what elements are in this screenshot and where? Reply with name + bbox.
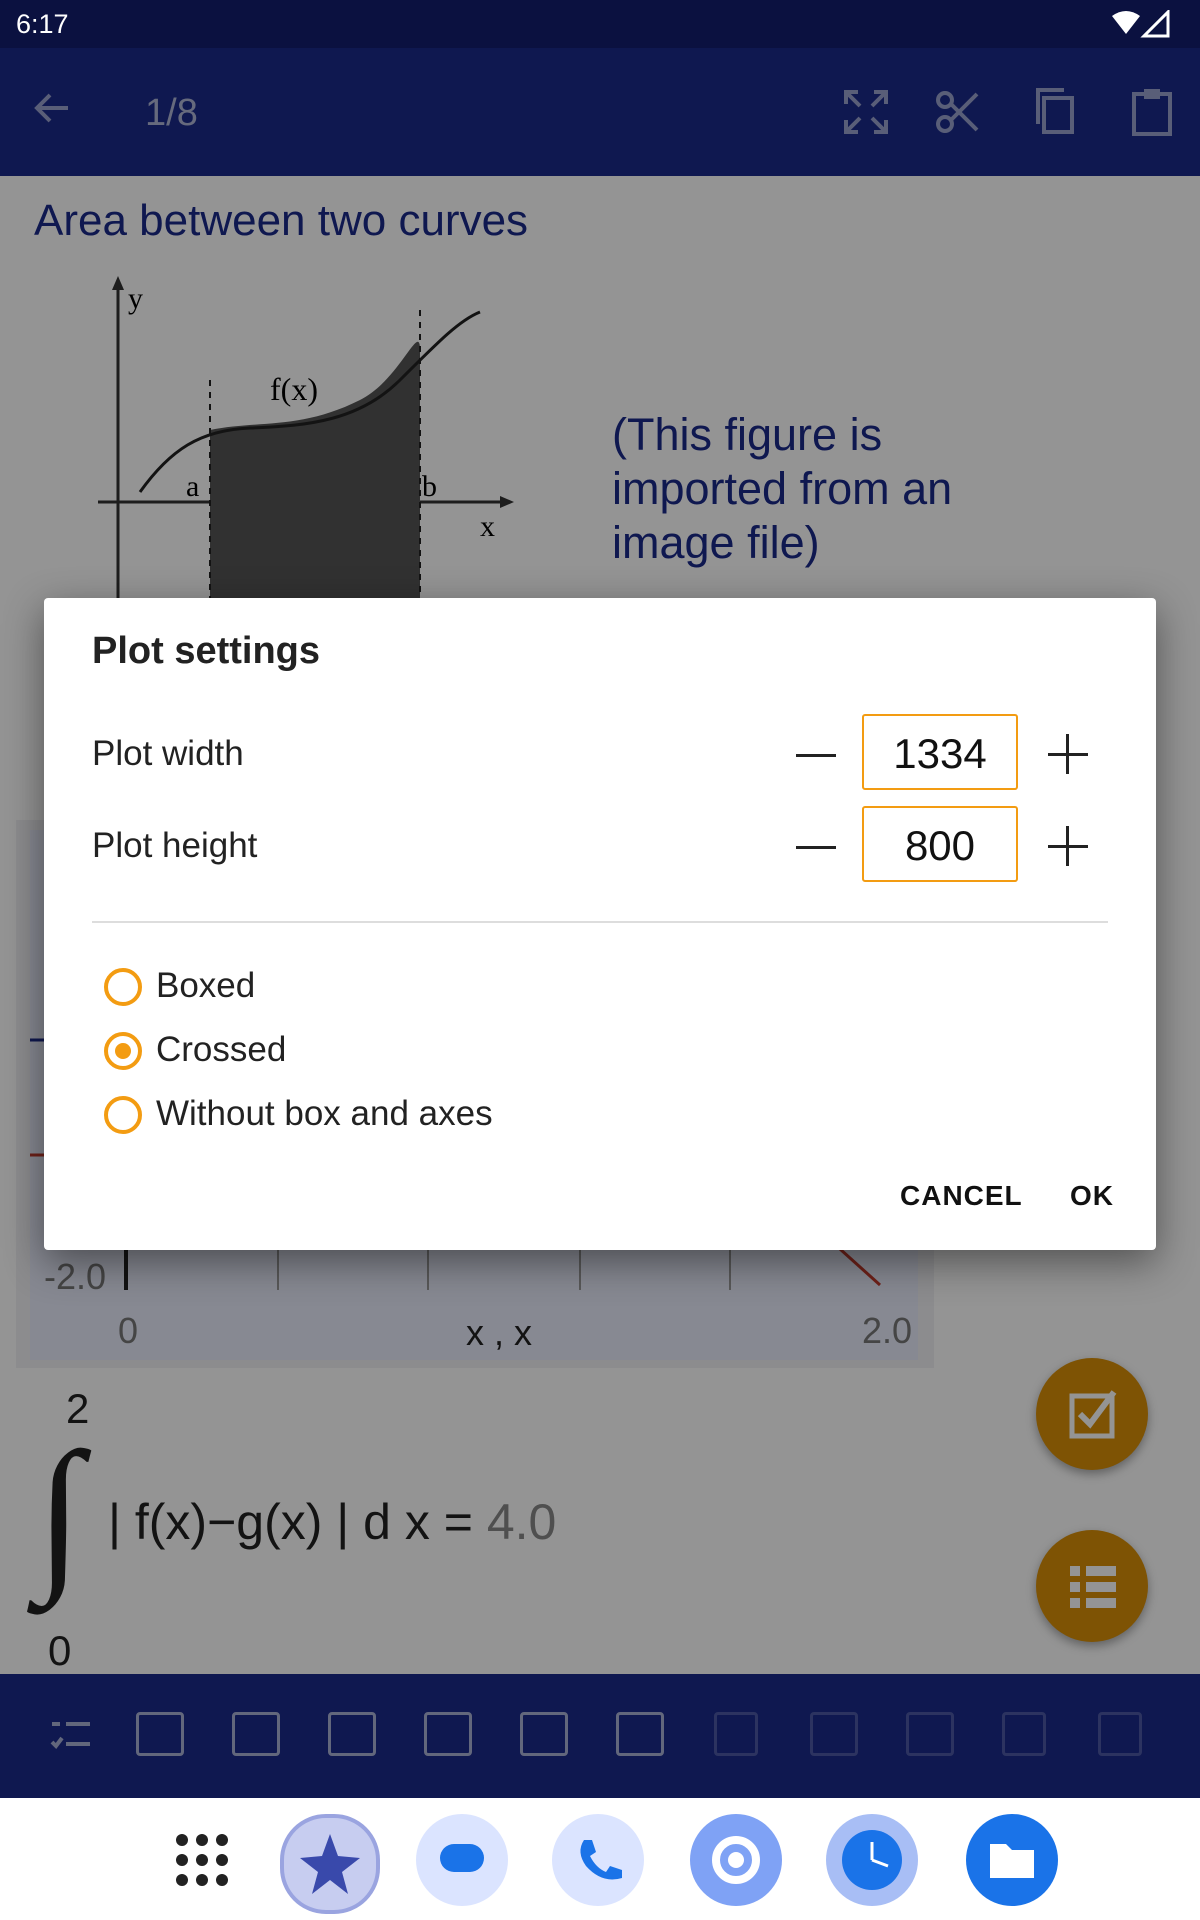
phone-icon[interactable] (552, 1814, 644, 1906)
navigation-dock (0, 1798, 1200, 1920)
height-increment-button[interactable] (1048, 826, 1088, 866)
radio-without-box[interactable] (104, 1096, 142, 1134)
messages-icon[interactable] (416, 1814, 508, 1906)
app-star-icon (300, 1834, 360, 1894)
cancel-button[interactable]: CANCEL (900, 1180, 1023, 1212)
plot-width-field[interactable]: 1334 (862, 714, 1018, 790)
files-icon[interactable] (966, 1814, 1058, 1906)
radio-label-without-box[interactable]: Without box and axes (156, 1094, 493, 1134)
gear-icon (712, 1836, 760, 1884)
ok-button[interactable]: OK (1070, 1180, 1114, 1212)
radio-crossed[interactable] (104, 1032, 142, 1070)
plus-icon-stem (1066, 826, 1069, 866)
status-bar: 6:17 (0, 0, 1200, 48)
radio-label-crossed[interactable]: Crossed (156, 1030, 286, 1070)
dialog-title: Plot settings (92, 630, 321, 672)
height-decrement-button[interactable] (796, 846, 836, 849)
folder-icon (990, 1844, 1034, 1878)
app-icon[interactable] (280, 1814, 380, 1914)
width-increment-button[interactable] (1048, 734, 1088, 774)
width-decrement-button[interactable] (796, 754, 836, 757)
status-time: 6:17 (16, 9, 69, 39)
app-drawer-icon[interactable] (174, 1832, 230, 1888)
radio-boxed[interactable] (104, 968, 142, 1006)
settings-icon[interactable] (690, 1814, 782, 1906)
dialog-divider (92, 921, 1108, 923)
clock-face-icon (842, 1830, 902, 1890)
plus-icon-stem (1066, 734, 1069, 774)
message-bubble-icon (440, 1844, 484, 1872)
radio-label-boxed[interactable]: Boxed (156, 966, 255, 1006)
phone-handset-icon (580, 1840, 622, 1880)
signal-icon (1112, 10, 1170, 38)
plot-height-field[interactable]: 800 (862, 806, 1018, 882)
plot-width-label: Plot width (92, 734, 244, 773)
plot-settings-dialog: Plot settings Plot width 1334 Plot heigh… (44, 598, 1156, 1250)
clock-icon[interactable] (826, 1814, 918, 1906)
plot-height-label: Plot height (92, 826, 258, 865)
